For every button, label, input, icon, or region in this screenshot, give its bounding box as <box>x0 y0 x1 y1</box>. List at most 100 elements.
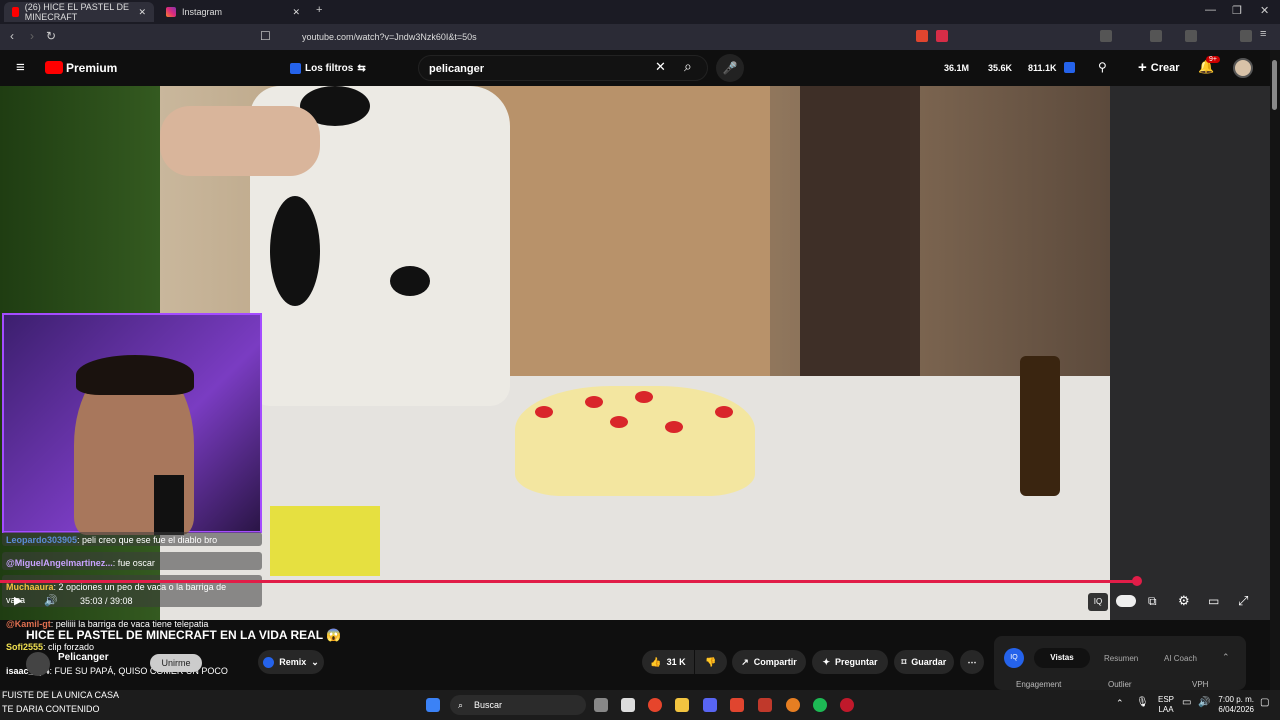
share-button[interactable]: ↗ Compartir <box>732 650 806 674</box>
chevron-up-icon[interactable]: ⌃ <box>1116 698 1124 709</box>
network-icon[interactable]: ▭ <box>1182 697 1191 708</box>
microphone-icon[interactable]: 🎙 <box>1136 697 1149 708</box>
tab-vistas[interactable]: Vistas <box>1034 648 1090 668</box>
streamer-hair <box>76 355 194 395</box>
app-icon[interactable] <box>758 698 772 712</box>
vidiq-icon: IQ <box>1004 648 1024 668</box>
brave-shield-icon[interactable] <box>916 30 928 42</box>
forward-icon[interactable]: › <box>30 29 34 43</box>
tab-ai-coach[interactable]: AI Coach <box>1164 654 1197 663</box>
task-view-icon[interactable] <box>594 698 608 712</box>
maximize-icon[interactable]: ❐ <box>1232 4 1242 17</box>
settings-gear-icon[interactable]: ⚙ <box>1178 593 1190 609</box>
file-explorer-icon[interactable] <box>675 698 689 712</box>
doorway <box>800 86 920 376</box>
brave-icon[interactable] <box>730 698 744 712</box>
strawberry <box>665 421 683 433</box>
youtube-premium-logo[interactable]: Premium <box>66 61 117 75</box>
filters-label: Los filtros <box>305 62 354 74</box>
tab-resumen[interactable]: Resumen <box>1104 654 1138 663</box>
strawberry <box>715 406 733 418</box>
channel-avatar[interactable] <box>26 652 50 676</box>
fullscreen-icon[interactable]: ⤢ <box>1238 593 1248 609</box>
chat-user: Muchaaura <box>6 582 54 592</box>
microphone <box>154 475 184 535</box>
notification-center-icon[interactable]: ▢ <box>1260 697 1269 708</box>
windows-start-icon[interactable] <box>426 698 440 712</box>
language-indicator[interactable]: ESP LAA <box>1158 695 1174 715</box>
scrollbar[interactable] <box>1270 50 1280 690</box>
cow-spot <box>270 196 320 306</box>
join-button[interactable]: Unirme <box>150 654 202 672</box>
back-icon[interactable]: ‹ <box>10 29 14 43</box>
microphone-icon[interactable]: 🎤 <box>716 54 744 82</box>
progress-scrubber[interactable] <box>1131 576 1142 586</box>
progress-bar[interactable] <box>0 580 1137 583</box>
vpn-icon[interactable] <box>1240 30 1252 42</box>
rewards-icon[interactable] <box>936 30 948 42</box>
remix-label: Remix <box>279 657 307 667</box>
hamburger-menu-icon[interactable]: ≡ <box>16 59 25 76</box>
lang-code: ESP <box>1158 695 1175 704</box>
sidebar-icon[interactable] <box>1185 30 1197 42</box>
close-icon[interactable]: ✕ <box>138 7 146 18</box>
chrome-icon[interactable] <box>648 698 662 712</box>
thumbs-up-icon: 👍 <box>650 656 662 667</box>
clock[interactable]: 7:00 p. m. 6/04/2026 <box>1214 695 1254 715</box>
scrollbar-thumb[interactable] <box>1272 60 1277 110</box>
close-icon[interactable]: ✕ <box>292 7 300 18</box>
search-icon[interactable]: ⌕ <box>684 58 692 75</box>
vidiq-icon[interactable] <box>1064 62 1075 73</box>
ask-button[interactable]: ✦ Preguntar <box>812 650 888 674</box>
window-close-icon[interactable]: ✕ <box>1260 4 1269 17</box>
youtube-logo-icon[interactable] <box>45 61 63 74</box>
browser-tab-bar: (26) HICE EL PASTEL DE MINECRAFT ✕ Insta… <box>0 0 1280 24</box>
clear-search-icon[interactable]: ✕ <box>655 59 666 75</box>
bookmark-icon: ⌑ <box>901 656 907 667</box>
channel-name[interactable]: Pelicanger <box>58 652 109 663</box>
youtube-header: ≡ Premium Los filtros ⇆ pelicanger ✕ ⌕ 🎤… <box>0 50 1280 86</box>
app-icon[interactable] <box>840 698 854 712</box>
tab-youtube[interactable]: (26) HICE EL PASTEL DE MINECRAFT ✕ <box>4 2 154 22</box>
cast-icon[interactable]: ⚲ <box>1098 60 1107 74</box>
chat-text: : 2 opciones un peo de vaca o la barriga… <box>53 582 227 592</box>
like-button[interactable]: 👍 31 K <box>642 650 694 674</box>
subtitles-icon[interactable]: ⧉ <box>1148 594 1157 609</box>
minimize-icon[interactable]: — <box>1205 4 1216 16</box>
save-button[interactable]: ⌑ Guardar <box>894 650 954 674</box>
extensions-icon[interactable] <box>1100 30 1112 42</box>
volume-icon[interactable]: 🔊 <box>1198 697 1210 708</box>
discord-icon[interactable] <box>703 698 717 712</box>
volume-icon[interactable]: 🔊 <box>44 594 58 607</box>
dislike-button[interactable]: 👎 <box>695 650 727 674</box>
url-field[interactable]: youtube.com/watch?v=Jndw3Nzk60I&t=50s <box>280 28 940 46</box>
remix-button[interactable]: Remix ⌄ <box>258 650 324 674</box>
collapse-icon[interactable]: ⌃ <box>1222 652 1230 663</box>
reload-icon[interactable]: ↻ <box>46 29 56 43</box>
taskbar-search[interactable]: ⌕ Buscar <box>450 695 586 715</box>
filters-button[interactable]: Los filtros ⇆ <box>290 58 366 78</box>
strawberry <box>635 391 653 403</box>
play-icon[interactable]: ▶ <box>14 594 22 607</box>
autoplay-toggle[interactable] <box>1116 595 1136 607</box>
new-tab-icon[interactable]: + <box>316 4 322 16</box>
video-title: HICE EL PASTEL DE MINECRAFT EN LA VIDA R… <box>26 628 342 642</box>
notion-icon[interactable] <box>621 698 635 712</box>
vidiq-player-icon[interactable]: IQ <box>1088 593 1108 611</box>
save-label: Guardar <box>911 657 947 667</box>
tab-instagram[interactable]: Instagram ✕ <box>158 2 308 22</box>
obs-icon[interactable] <box>786 698 800 712</box>
arm <box>160 106 320 176</box>
menu-icon[interactable]: ≡ <box>1260 28 1272 40</box>
theater-mode-icon[interactable]: ▭ <box>1208 594 1219 608</box>
create-label: Crear <box>1150 61 1180 74</box>
chat-text: : fue oscar <box>112 558 155 568</box>
spotify-icon[interactable] <box>813 698 827 712</box>
share-icon: ↗ <box>741 656 749 667</box>
chat-user: Sofi2555 <box>6 642 44 652</box>
create-button[interactable]: + Crear <box>1138 59 1180 76</box>
bookmark-icon[interactable]: ☐ <box>260 29 271 43</box>
download-icon[interactable] <box>1150 30 1162 42</box>
avatar[interactable] <box>1233 58 1253 78</box>
more-actions-icon[interactable]: ⋯ <box>960 650 984 674</box>
